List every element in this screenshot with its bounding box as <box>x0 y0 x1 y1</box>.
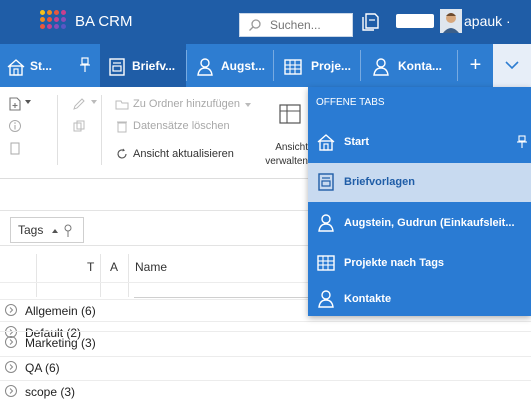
edit-icon[interactable] <box>72 97 86 111</box>
open-tab-label: Kontakte <box>344 293 392 305</box>
column-divider <box>36 283 37 297</box>
tab-projekte[interactable]: Proje... <box>274 44 360 87</box>
column-divider <box>128 283 129 297</box>
copy-icon[interactable] <box>72 119 86 133</box>
open-tab-augstein[interactable]: Augstein, Gudrun (Einkaufsleit... <box>308 204 531 243</box>
new-record-icon[interactable] <box>8 97 22 111</box>
pin-icon[interactable] <box>80 57 90 73</box>
chevron-down-icon <box>505 61 519 70</box>
manage-views-label-2: verwalten <box>265 156 308 167</box>
tab-label: Proje... <box>311 59 352 73</box>
search-box[interactable] <box>239 13 353 37</box>
group-label: Marketing (3) <box>25 336 96 350</box>
chevron-down-icon[interactable] <box>90 98 98 106</box>
open-tab-label: Projekte nach Tags <box>344 257 445 269</box>
sort-ascending-icon[interactable] <box>51 227 59 235</box>
folder-icon[interactable] <box>115 97 129 111</box>
template-icon <box>109 58 125 76</box>
expand-icon[interactable] <box>4 360 18 374</box>
ribbon-divider <box>57 95 58 165</box>
open-tabs-dropdown: OFFENE TABS Start Briefvorlagen Augstein… <box>308 87 531 316</box>
tab-label: Briefv... <box>132 59 176 73</box>
tags-filter-box[interactable]: Tags <box>10 217 84 243</box>
home-icon <box>7 59 25 76</box>
column-header-name[interactable]: Name <box>135 260 167 274</box>
column-divider <box>128 254 129 282</box>
search-icon <box>249 19 261 31</box>
tab-label: St... <box>30 59 53 73</box>
home-icon <box>317 134 335 151</box>
tab-kontakte[interactable]: Konta... <box>361 44 457 87</box>
expand-icon[interactable] <box>4 303 18 317</box>
projects-icon <box>284 59 302 75</box>
documents-icon[interactable] <box>360 11 382 31</box>
tab-start[interactable]: St... <box>0 44 100 87</box>
open-tab-label: Briefvorlagen <box>344 176 415 188</box>
contact-icon <box>318 214 334 232</box>
open-tab-label: Augstein, Gudrun (Einkaufsleit... <box>344 217 515 229</box>
name-filter-input[interactable] <box>134 297 310 298</box>
contact-icon <box>318 290 334 308</box>
tab-bar: St... Briefv... Augst... Proje... Konta.… <box>0 44 531 87</box>
column-header-t[interactable]: T <box>87 260 94 274</box>
ribbon-divider <box>101 95 102 165</box>
add-to-folder-button[interactable]: Zu Ordner hinzufügen <box>133 98 240 110</box>
delete-icon[interactable] <box>115 119 129 133</box>
open-tab-kontakte[interactable]: Kontakte <box>308 284 531 316</box>
expand-icon[interactable] <box>4 384 18 398</box>
chevron-down-icon[interactable] <box>244 101 252 109</box>
contact-icon <box>197 58 213 76</box>
search-input[interactable] <box>270 14 350 36</box>
open-tab-label: Start <box>344 136 370 148</box>
username-menu[interactable]: apauk · <box>464 13 511 29</box>
group-label: scope (3) <box>25 385 76 399</box>
contact-icon <box>373 58 389 76</box>
tab-label: Augst... <box>221 59 265 73</box>
open-tab-start[interactable]: Start <box>308 123 531 162</box>
app-title: BA CRM <box>75 13 133 30</box>
pin-icon[interactable] <box>517 135 527 149</box>
chevron-down-icon[interactable] <box>24 98 32 106</box>
top-bar: BA CRM apauk · <box>0 0 531 44</box>
column-divider <box>100 254 101 282</box>
column-divider <box>36 254 37 282</box>
manage-views-button[interactable]: Ansicht verwalten <box>262 141 308 175</box>
tab-briefvorlagen[interactable]: Briefv... <box>100 44 186 87</box>
expand-icon[interactable] <box>4 335 18 349</box>
group-row[interactable]: scope (3) <box>0 380 531 402</box>
clipboard-icon[interactable] <box>8 141 22 155</box>
chevron-down-icon: · <box>506 13 511 29</box>
open-tabs-title: OFFENE TABS <box>316 97 385 108</box>
info-icon[interactable] <box>8 119 22 133</box>
group-row[interactable]: Marketing (3) <box>0 331 531 353</box>
refresh-icon[interactable] <box>115 147 129 161</box>
delete-records-button[interactable]: Datensätze löschen <box>133 120 230 132</box>
tab-augstein[interactable]: Augst... <box>187 44 273 87</box>
filter-pin-icon[interactable] <box>63 224 73 238</box>
group-row[interactable]: QA (6) <box>0 356 531 378</box>
open-tab-briefvorlagen[interactable]: Briefvorlagen <box>308 163 531 202</box>
tags-filter-label: Tags <box>18 223 44 237</box>
add-tab-button[interactable]: + <box>458 44 493 87</box>
tab-label: Konta... <box>398 59 442 73</box>
column-divider <box>100 283 101 297</box>
user-info-bar <box>396 14 434 28</box>
projects-icon <box>317 255 335 271</box>
app-logo-icon[interactable] <box>38 8 68 34</box>
view-grid-icon[interactable] <box>279 104 301 124</box>
refresh-view-button[interactable]: Ansicht aktualisieren <box>133 148 234 160</box>
open-tabs-toggle-button[interactable] <box>493 44 531 87</box>
group-label: Allgemein (6) <box>25 304 96 318</box>
column-header-a[interactable]: A <box>110 260 118 274</box>
open-tab-projekte[interactable]: Projekte nach Tags <box>308 244 531 283</box>
template-icon <box>318 173 334 191</box>
group-label: QA (6) <box>25 361 60 375</box>
avatar[interactable] <box>440 9 462 33</box>
manage-views-label-1: Ansicht <box>275 142 308 153</box>
username-label: apauk <box>464 13 503 29</box>
